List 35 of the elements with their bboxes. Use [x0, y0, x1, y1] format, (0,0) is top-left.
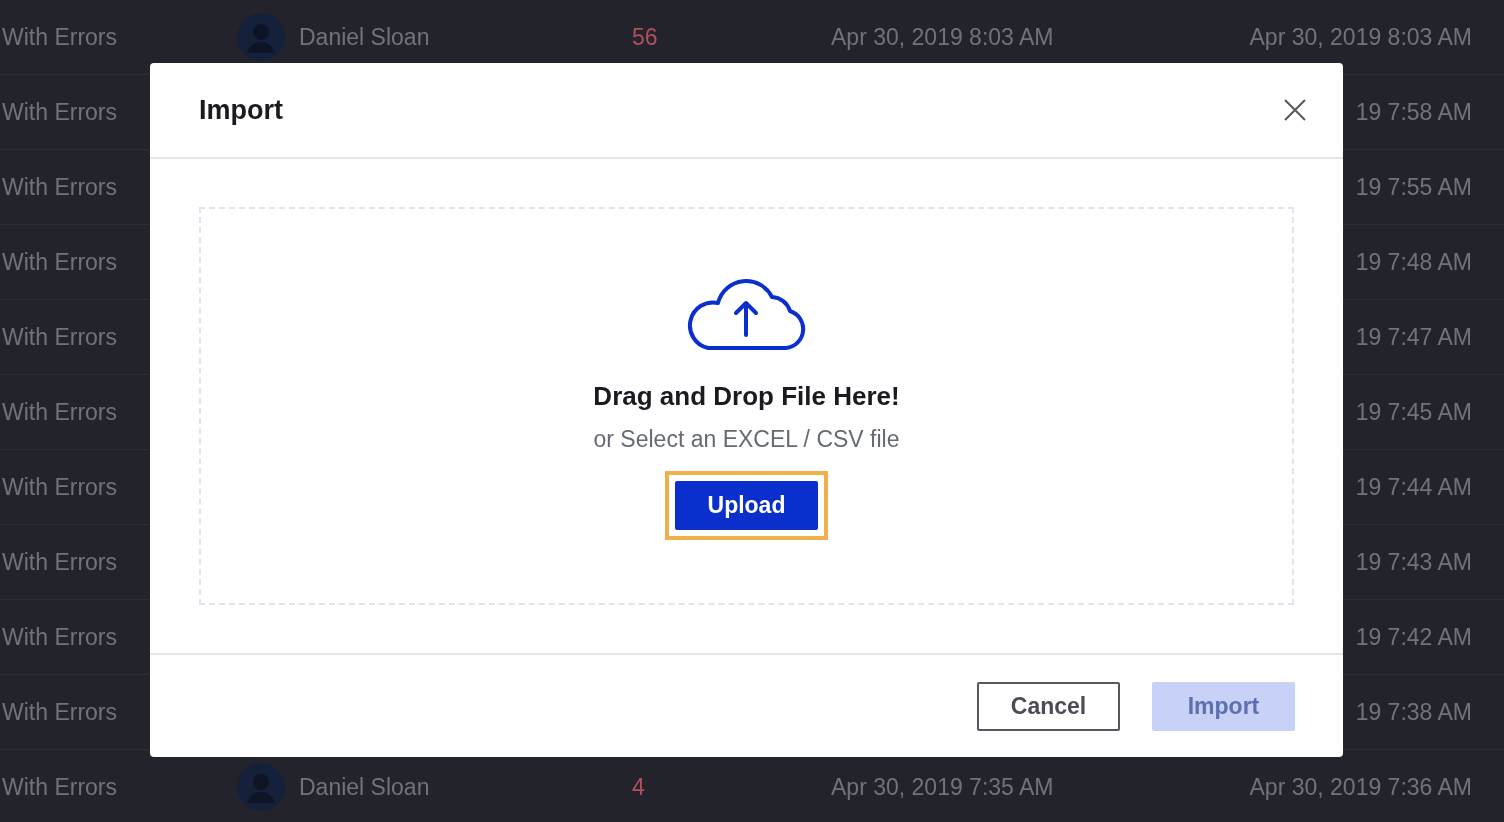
created-date: Apr 30, 2019 8:03 AM	[831, 23, 1054, 50]
updated-date: 19 7:44 AM	[1355, 473, 1472, 500]
drop-subtext: or Select an EXCEL / CSV file	[593, 426, 900, 453]
updated-date: Apr 30, 2019 7:36 AM	[1249, 773, 1472, 800]
dialog-title: Import	[199, 94, 283, 126]
owner-name: Daniel Sloan	[299, 23, 430, 51]
status-cell-text: With Errors	[1, 773, 118, 801]
updated-date: 19 7:42 AM	[1355, 623, 1472, 650]
updated-date: 19 7:48 AM	[1355, 248, 1472, 275]
updated-date: 19 7:38 AM	[1355, 698, 1472, 725]
updated-date: 19 7:47 AM	[1355, 323, 1472, 350]
status-cell-text: With Errors	[1, 398, 118, 426]
updated-date: 19 7:45 AM	[1355, 398, 1472, 425]
updated-date: 19 7:58 AM	[1355, 98, 1472, 125]
status-cell-text: With Errors	[1, 173, 118, 201]
updated-date: 19 7:43 AM	[1355, 548, 1472, 575]
status-cell-text: With Errors	[1, 98, 118, 126]
cancel-button[interactable]: Cancel	[977, 681, 1120, 731]
count-cell: 56	[632, 23, 658, 50]
close-icon[interactable]	[1283, 98, 1307, 122]
created-date: Apr 30, 2019 7:35 AM	[831, 773, 1054, 800]
status-cell-text: With Errors	[1, 323, 118, 351]
drop-heading: Drag and Drop File Here!	[593, 381, 900, 412]
count-cell: 4	[632, 773, 645, 800]
status-cell-text: With Errors	[1, 23, 118, 51]
updated-date: 19 7:55 AM	[1355, 173, 1472, 200]
upload-button[interactable]: Upload	[675, 481, 818, 530]
status-cell-text: With Errors	[1, 473, 118, 501]
status-cell-text: With Errors	[1, 698, 118, 726]
status-cell-text: With Errors	[1, 548, 118, 576]
status-cell-text: With Errors	[1, 623, 118, 651]
status-cell-text: With Errors	[1, 248, 118, 276]
owner-name: Daniel Sloan	[299, 773, 430, 801]
updated-date: Apr 30, 2019 8:03 AM	[1249, 23, 1472, 50]
drop-zone[interactable]: Drag and Drop File Here! or Select an EXCEL / CSV file Upload	[199, 207, 1294, 605]
